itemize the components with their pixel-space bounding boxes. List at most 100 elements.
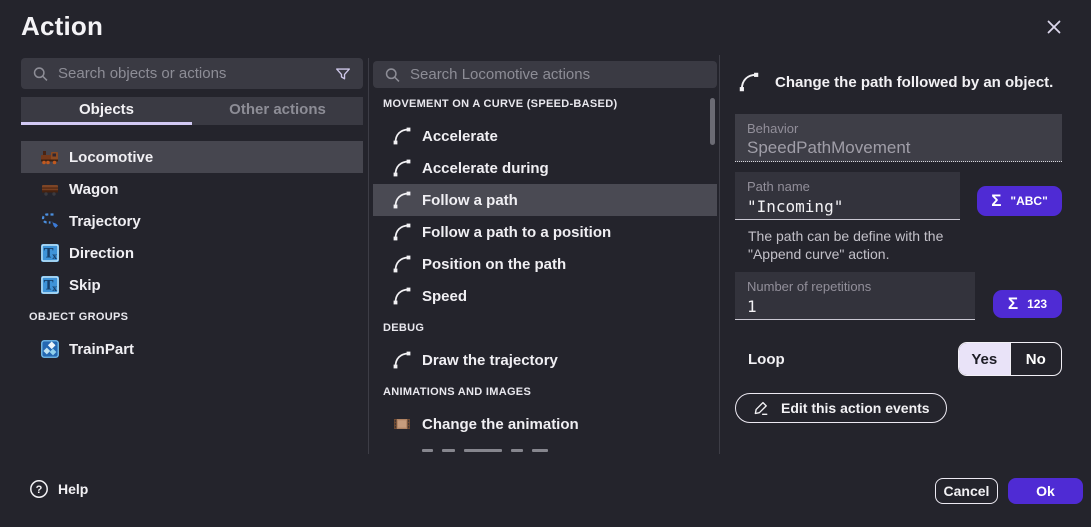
list-item-label: Direction (69, 245, 134, 262)
actions-search (373, 61, 717, 88)
action-item-speed[interactable]: Speed (373, 280, 717, 312)
list-item-label: Skip (69, 277, 101, 294)
number-expression-label: 123 (1027, 297, 1047, 311)
list-item-wagon[interactable]: Wagon (21, 173, 363, 205)
object-group-icon (40, 339, 60, 359)
path-name-input[interactable] (747, 197, 948, 216)
action-item-draw-the-trajectory[interactable]: Draw the trajectory (373, 344, 717, 376)
trajectory-icon (40, 211, 60, 231)
action-item-accelerate[interactable]: Accelerate (373, 120, 717, 152)
path-name-field[interactable]: Path name (735, 172, 960, 220)
edit-action-events-button[interactable]: Edit this action events (735, 393, 947, 423)
curve-icon (392, 254, 412, 274)
action-item-accelerate-during[interactable]: Accelerate during (373, 152, 717, 184)
loop-toggle: Yes No (958, 342, 1062, 376)
actions-search-input[interactable] (410, 66, 706, 83)
action-item-follow-a-path-to-a-position[interactable]: Follow a path to a position (373, 216, 717, 248)
loop-label: Loop (748, 351, 785, 368)
film-icon (392, 414, 412, 434)
list-item-skip[interactable]: Tx Skip (21, 269, 363, 301)
section-header: MOVEMENT ON A CURVE (SPEED-BASED) (373, 88, 717, 120)
close-button[interactable] (1040, 13, 1068, 41)
action-item-follow-a-path[interactable]: Follow a path (373, 184, 717, 216)
section-header: ANIMATIONS AND IMAGES (373, 376, 717, 408)
behavior-field: Behavior SpeedPathMovement (735, 114, 1062, 162)
text-object-icon: Tx (40, 275, 60, 295)
curve-icon (392, 350, 412, 370)
search-icon (384, 65, 401, 85)
action-item-label: Follow a path (422, 192, 518, 209)
text-object-icon: Tx (40, 243, 60, 263)
list-item-locomotive[interactable]: Locomotive (21, 141, 363, 173)
behavior-label: Behavior (747, 121, 1050, 136)
action-item-change-the-animation[interactable]: Change the animation (373, 408, 717, 440)
filter-icon[interactable] (334, 64, 352, 84)
section-header: DEBUG (373, 312, 717, 344)
objects-panel: Objects Other actions Locomotive Wagon (21, 58, 363, 365)
action-dialog: Action Objects Other actions Loco (0, 0, 1091, 527)
panel-divider (719, 55, 720, 454)
action-item-label: Change the animation (422, 416, 579, 433)
ok-button[interactable]: Ok (1008, 478, 1083, 504)
action-item-label: Follow a path to a position (422, 224, 611, 241)
curve-icon (392, 158, 412, 178)
list-item-direction[interactable]: Tx Direction (21, 237, 363, 269)
path-help-text: The path can be define with the "Append … (735, 227, 953, 263)
repetitions-field[interactable]: Number of repetitions (735, 272, 975, 320)
tab-objects[interactable]: Objects (21, 97, 192, 125)
repetitions-row: Number of repetitions Σ 123 (735, 272, 1062, 320)
curve-icon (392, 190, 412, 210)
search-icon (32, 64, 49, 84)
objects-search-input[interactable] (58, 65, 325, 82)
pencil-icon (752, 399, 770, 417)
tab-other-actions[interactable]: Other actions (192, 97, 363, 125)
list-item-label: Trajectory (69, 213, 141, 230)
curve-icon (392, 286, 412, 306)
objects-search (21, 58, 363, 89)
action-item-label: Position on the path (422, 256, 566, 273)
page-title: Action (21, 11, 103, 42)
repetitions-label: Number of repetitions (747, 279, 963, 294)
help-label: Help (58, 481, 88, 497)
edit-action-events-label: Edit this action events (781, 400, 930, 416)
string-expression-label: "ABC" (1010, 194, 1047, 208)
svg-text:x: x (52, 251, 57, 261)
loop-yes-option[interactable]: Yes (959, 343, 1010, 375)
objects-list: Locomotive Wagon Trajectory Tx Direction (21, 141, 363, 365)
locomotive-icon (40, 147, 60, 167)
actions-panel: MOVEMENT ON A CURVE (SPEED-BASED) Accele… (373, 61, 717, 455)
path-name-label: Path name (747, 179, 948, 194)
panel-divider (368, 58, 369, 454)
action-item-position-on-the-path[interactable]: Position on the path (373, 248, 717, 280)
string-expression-button[interactable]: Σ "ABC" (977, 186, 1062, 216)
curve-icon (738, 71, 760, 93)
action-item-label: Accelerate during (422, 160, 549, 177)
clipped-list-item (422, 440, 717, 455)
help-icon: ? (29, 479, 49, 499)
close-icon (1044, 17, 1064, 37)
loop-no-option[interactable]: No (1010, 343, 1062, 375)
number-expression-button[interactable]: Σ 123 (993, 290, 1062, 318)
sigma-icon: Σ (1008, 294, 1018, 314)
sigma-icon: Σ (991, 191, 1001, 211)
list-item-trajectory[interactable]: Trajectory (21, 205, 363, 237)
action-description: Change the path followed by an object. (775, 74, 1053, 91)
svg-text:?: ? (36, 484, 43, 496)
list-item-label: Locomotive (69, 149, 153, 166)
tabs: Objects Other actions (21, 97, 363, 125)
action-description-row: Change the path followed by an object. (735, 68, 1062, 96)
loop-row: Loop Yes No (735, 341, 1062, 377)
wagon-icon (40, 179, 60, 199)
curve-icon (392, 126, 412, 146)
edit-events-row: Edit this action events (735, 393, 1062, 423)
scrollbar-thumb[interactable] (710, 98, 715, 145)
list-item-trainpart[interactable]: TrainPart (21, 333, 363, 365)
object-groups-header: OBJECT GROUPS (21, 301, 363, 333)
curve-icon (392, 222, 412, 242)
list-item-label: TrainPart (69, 341, 134, 358)
action-item-label: Speed (422, 288, 467, 305)
cancel-button[interactable]: Cancel (935, 478, 998, 504)
path-name-row: Path name Σ "ABC" (735, 172, 1062, 220)
help-link[interactable]: ? Help (29, 479, 88, 499)
repetitions-input[interactable] (747, 297, 963, 316)
